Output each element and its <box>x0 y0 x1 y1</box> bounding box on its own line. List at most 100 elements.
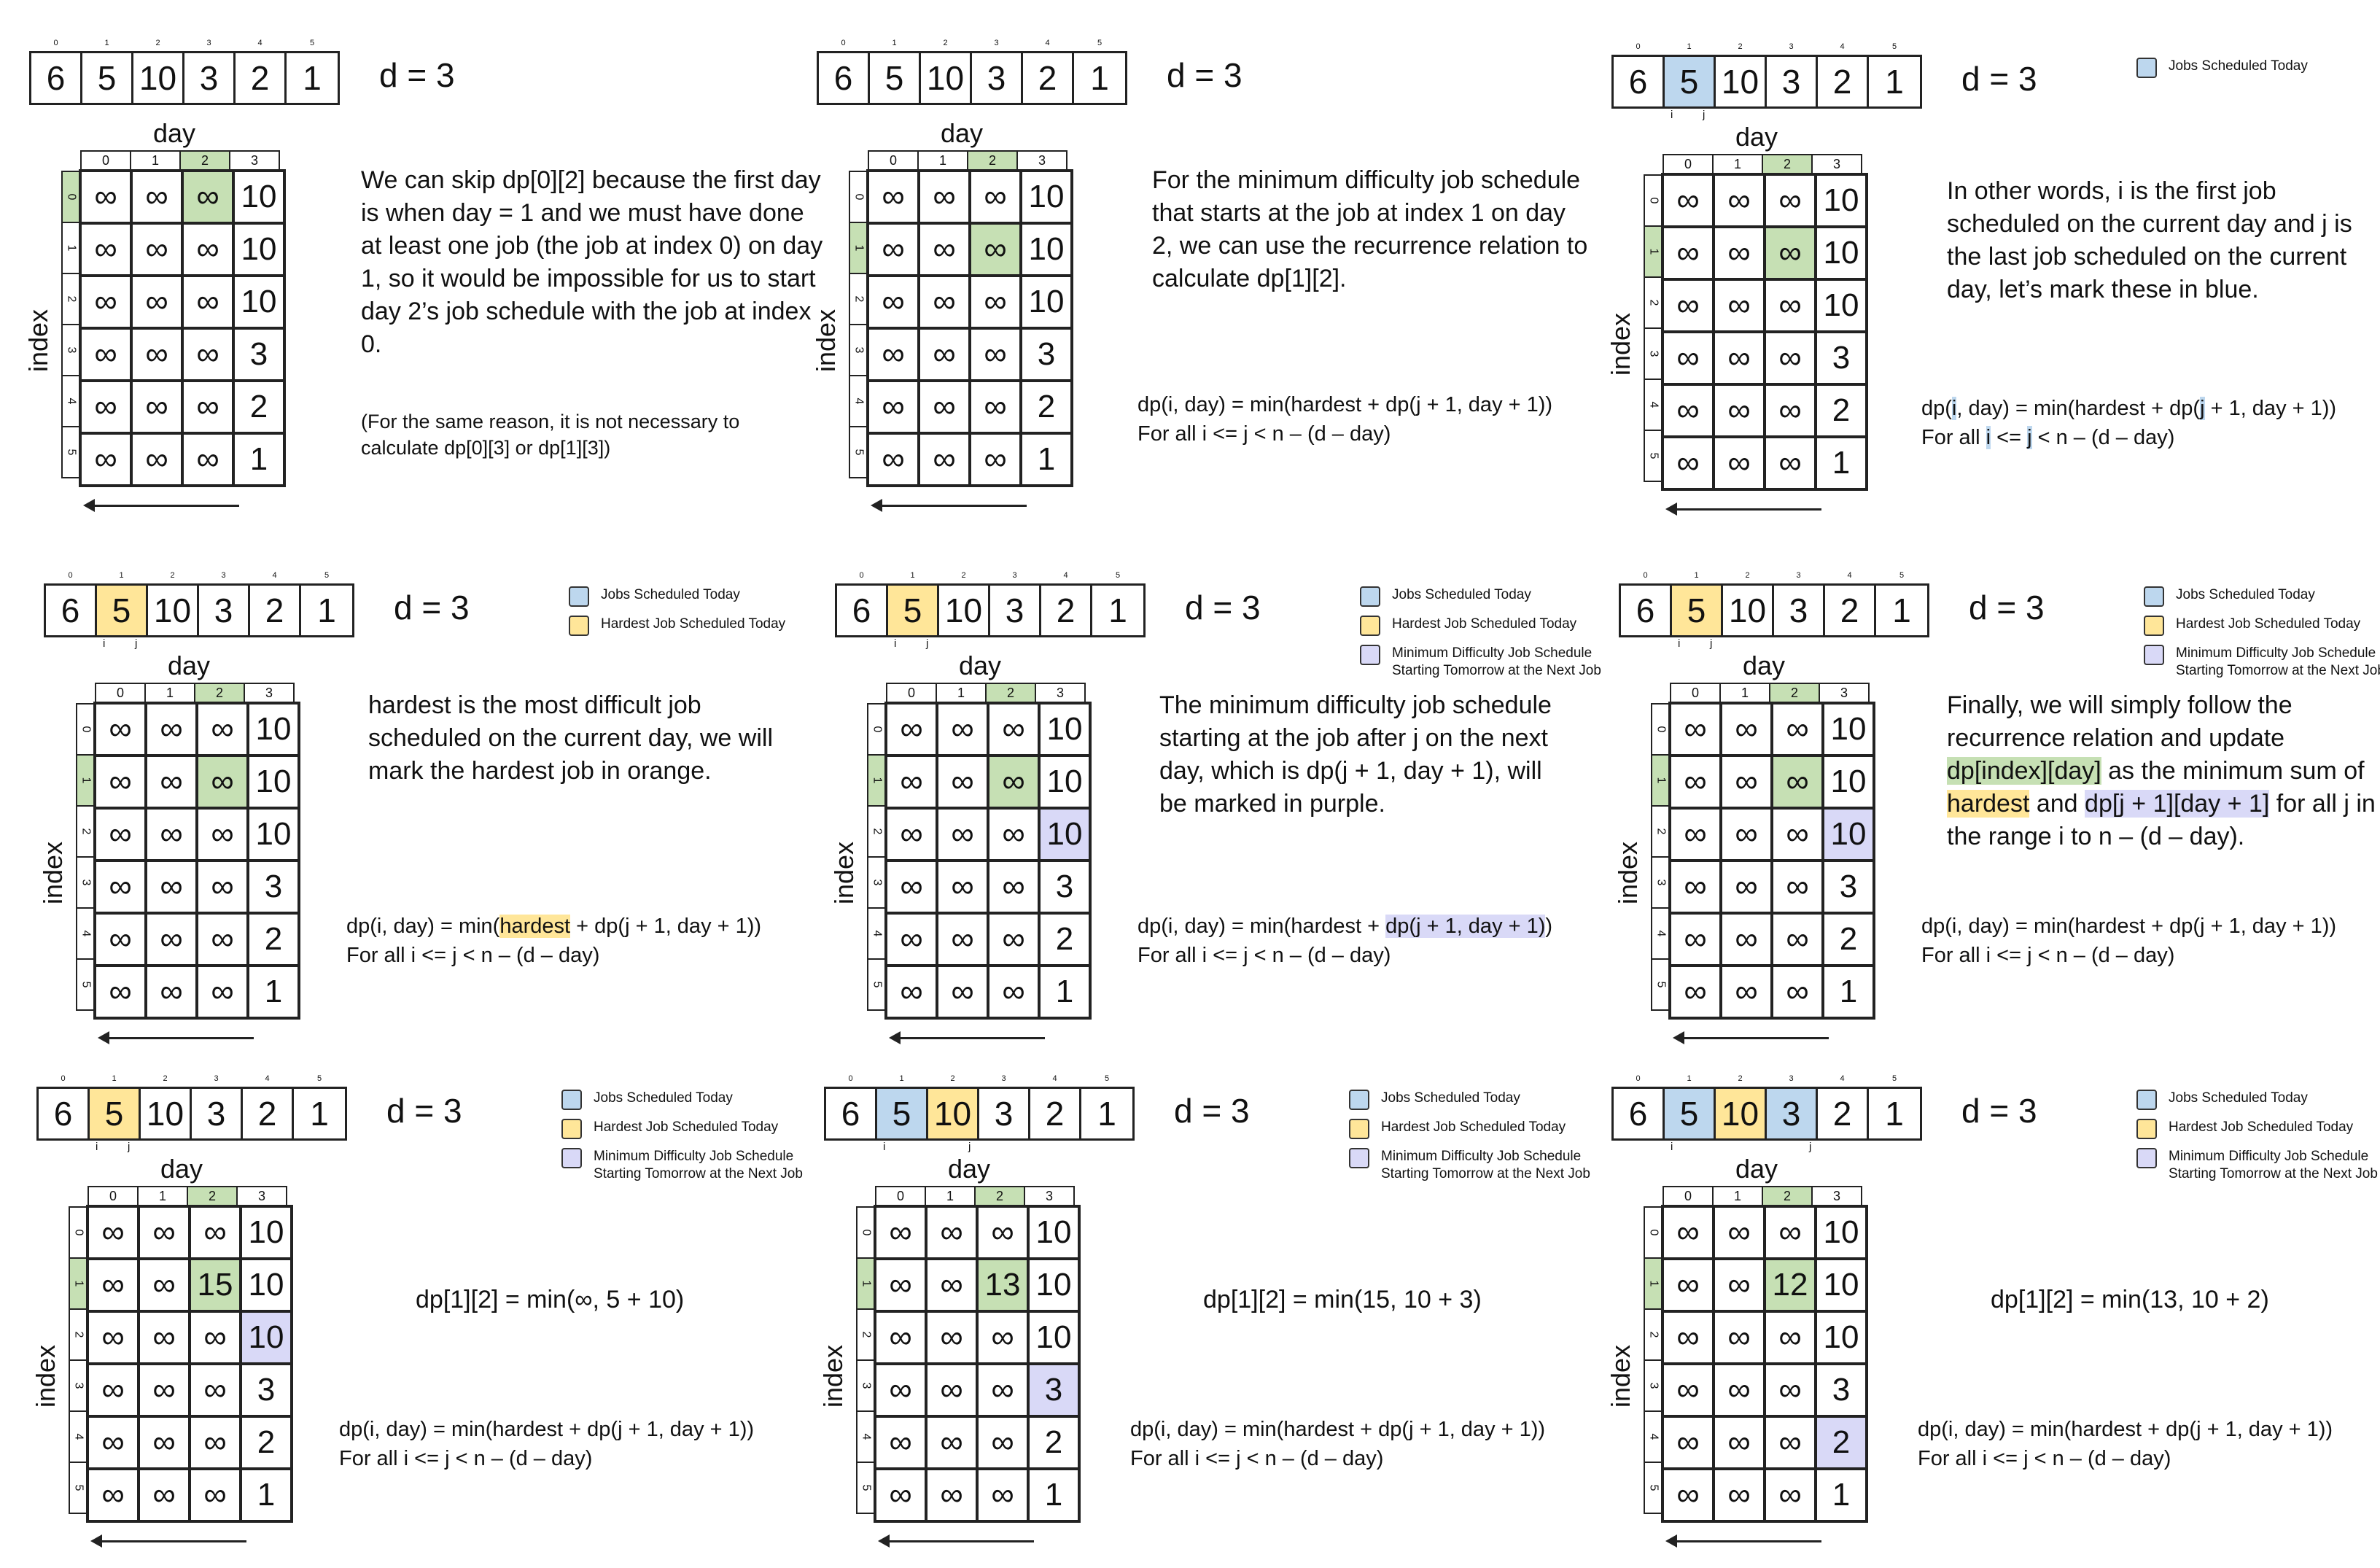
dp-cell: ∞ <box>919 276 970 328</box>
index-header-cell: 3 <box>76 856 95 909</box>
array-value: 5 <box>104 1095 124 1133</box>
index-header-cell: 3 <box>849 324 868 376</box>
index-header-cell: 5 <box>61 426 80 478</box>
array-cell: 15 <box>870 39 921 103</box>
day-axis-label: day <box>959 651 1002 680</box>
dp-cell: ∞ <box>1772 966 1823 1018</box>
array-cell: 06 <box>39 1074 90 1138</box>
index-header-text: 0 <box>852 193 865 201</box>
day-header-cell: 3 <box>1016 150 1068 171</box>
array-cell: 15 <box>1665 1074 1716 1138</box>
dp-cell: 15 <box>190 1259 241 1311</box>
dp-cell: ∞ <box>1714 227 1765 279</box>
array-index: 1 <box>892 39 897 47</box>
index-header-cell: 0 <box>76 703 95 756</box>
day-column-headers: 0123 <box>95 683 295 703</box>
day-axis-label: day <box>1735 122 1778 152</box>
dp-cell: ∞ <box>95 861 146 913</box>
dp-cell: ∞ <box>1662 227 1714 279</box>
dp-cell: 1 <box>1823 966 1874 1018</box>
day-column-headers: 0123 <box>80 150 280 171</box>
dp-cell: 10 <box>1039 703 1090 756</box>
formula-part: ) <box>2329 397 2337 420</box>
array-cell: 15 <box>888 571 939 635</box>
array-index: 0 <box>848 1074 853 1083</box>
dp-cell: 3 <box>1816 1364 1867 1416</box>
i-marker: i <box>103 637 106 650</box>
formula-part: For all <box>1130 1447 1195 1470</box>
explanation-note: (For the same reason, it is not necessar… <box>361 411 740 459</box>
formula-line-1: dp(i, day) = min(hardest + dp(j + 1, day… <box>1130 1415 1545 1444</box>
index-header-text: 5 <box>1647 452 1660 459</box>
index-header-text: 1 <box>72 1280 85 1287</box>
formula-line-2: For all i <= j < n – (d – day) <box>1138 941 1552 970</box>
dp-cell: ∞ <box>886 966 937 1018</box>
day-column-headers: 0123 <box>1670 683 1870 703</box>
dp-cell: 2 <box>1823 913 1874 966</box>
direction-arrow <box>1665 502 1821 516</box>
dp-cell: 1 <box>233 433 284 486</box>
formula-part: , day) = min( <box>1165 1418 1284 1441</box>
index-row-headers: 0 1 2 3 4 5 <box>1651 703 1670 1011</box>
formula-part: dp( <box>1378 1418 1409 1441</box>
dp-cell: ∞ <box>919 223 970 276</box>
day-header-cell: 1 <box>1712 1186 1763 1206</box>
dp-cell: 10 <box>1039 808 1090 861</box>
formula-part: + 1, day + 1) <box>1420 393 1546 416</box>
array-index: 0 <box>53 39 58 47</box>
day-header-cell: 2 <box>179 150 230 171</box>
formula-part: + <box>2142 1418 2166 1441</box>
day-header-cell: 1 <box>925 1186 976 1206</box>
formula-line-1: dp(i, day) = min(hardest + dp(j + 1, day… <box>1918 1415 2333 1444</box>
index-header-cell: 5 <box>1644 1462 1662 1514</box>
index-header-text: 3 <box>1647 1382 1660 1389</box>
array-value: 6 <box>61 591 80 629</box>
legend-hardest-today-text: Hardest Job Scheduled Today <box>601 616 785 633</box>
formula-part: , day) = min( <box>1172 393 1291 416</box>
index-header-cell: 4 <box>69 1410 88 1463</box>
legend-line: Minimum Difficulty Job Schedule <box>1392 645 1592 661</box>
index-header-cell: 4 <box>867 907 886 960</box>
legend-line: Jobs Scheduled Today <box>2176 587 2315 602</box>
array-index: 3 <box>1789 42 1794 51</box>
formula-part: < n – (d – day) <box>1240 1447 1384 1470</box>
dp-cell: ∞ <box>1714 174 1765 227</box>
formula-part: <= <box>408 1447 446 1470</box>
index-header-cell: 5 <box>867 958 886 1011</box>
array-value: 5 <box>1679 63 1699 101</box>
step-panel-7: 0 6 1 5 2 10 3 3 4 2 5 1 i j d = 3 day 0 1 2 3 index 0 1 2 3 4 5 ∞ ∞… <box>31 1065 809 1568</box>
dp-equation: dp[1][2] = min(15, 10 + 3) <box>1203 1286 1482 1313</box>
dp-cell: ∞ <box>131 328 182 381</box>
dp-cell: ∞ <box>1721 756 1772 808</box>
array-index: 3 <box>1012 571 1017 580</box>
purple-swatch <box>561 1148 582 1168</box>
j-marker: j <box>1703 109 1706 121</box>
orange-swatch <box>2136 1119 2157 1139</box>
legend-line: Minimum Difficulty Job Schedule <box>594 1149 794 1164</box>
formula-part: + 1, day + 1) <box>629 915 755 938</box>
array-value: 1 <box>1097 1095 1116 1133</box>
dp-cell: ∞ <box>1670 808 1721 861</box>
index-header-cell: 0 <box>69 1206 88 1259</box>
job-difficulty-array: 0 6 1 5 2 10 3 3 4 2 5 1 <box>824 1074 1135 1141</box>
explanation-text: We can skip dp[0][2] because the first d… <box>361 166 823 358</box>
array-value: 3 <box>199 59 219 97</box>
index-header-text: 4 <box>1647 1433 1660 1440</box>
dp-table: ∞ ∞ ∞ 10 ∞ ∞ 13 10 ∞ ∞ ∞ 10 ∞ ∞ ∞ 3 ∞ ∞ ∞ 2 ∞ ∞ ∞ 1 <box>874 1205 1081 1523</box>
day-header-cell: 0 <box>1662 154 1714 174</box>
legend-line: Minimum Difficulty Job Schedule <box>2169 1149 2369 1164</box>
array-value: 10 <box>1721 1095 1759 1133</box>
index-header-text: 1 <box>79 777 92 784</box>
day-header-cell: 2 <box>1762 154 1813 174</box>
dp-cell: ∞ <box>926 1416 977 1469</box>
array-value: 5 <box>903 591 922 629</box>
index-header-text: 0 <box>1654 726 1667 733</box>
direction-arrow <box>90 1534 246 1548</box>
array-index: 2 <box>961 571 966 580</box>
formula-part: dp( <box>346 915 377 938</box>
legend-line: Jobs Scheduled Today <box>1381 1090 1520 1106</box>
explanation-text: Finally, we will simply follow the recur… <box>1947 689 2380 853</box>
array-cell: 33 <box>972 39 1023 103</box>
dp-cell: 10 <box>1816 279 1867 332</box>
d-label: d = 3 <box>394 589 470 626</box>
